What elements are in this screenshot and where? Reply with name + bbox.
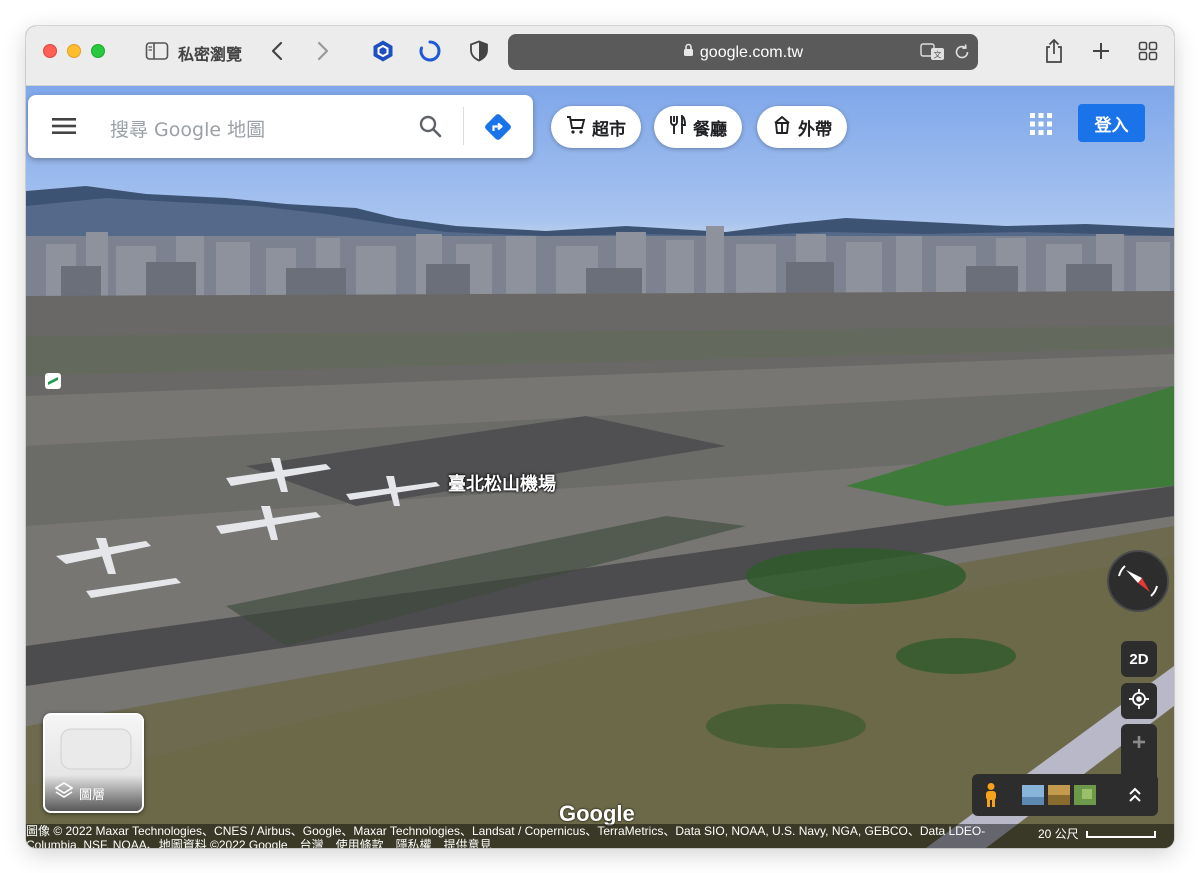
tab-overview-icon[interactable] [1135, 39, 1161, 63]
privacy-shield-icon[interactable] [466, 39, 492, 63]
zoom-window-button[interactable] [91, 44, 105, 58]
browser-window: 私密瀏覽 google.com.tw 文 搜尋 Google 地圖 超市 餐廳 … [26, 26, 1174, 848]
close-window-button[interactable] [43, 44, 57, 58]
cart-icon [566, 115, 586, 140]
place-label[interactable]: 臺北松山機場 [448, 470, 556, 496]
map-attribution: 圖像 © 2022 Maxar Technologies、CNES / Airb… [26, 824, 1174, 848]
scale-bar[interactable]: 20 公尺 [1038, 825, 1157, 842]
sidebar-icon[interactable] [144, 39, 170, 63]
search-box[interactable]: 搜尋 Google 地圖 [28, 95, 533, 158]
url-domain: google.com.tw [699, 44, 804, 61]
chip-supermarket[interactable]: 超市 [551, 106, 641, 148]
layers-button[interactable]: 圖層 [43, 713, 144, 813]
compass-button[interactable] [1107, 550, 1169, 612]
map-3d-view[interactable]: 搜尋 Google 地圖 超市 餐廳 外帶 登入 臺北松山機場 圖層 2D Go… [26, 86, 1174, 848]
chip-label: 外帶 [798, 119, 832, 140]
address-bar[interactable]: google.com.tw 文 [508, 34, 978, 70]
forward-icon[interactable] [312, 39, 334, 63]
imagery-thumbnails[interactable] [1022, 785, 1098, 810]
my-location-button[interactable] [1121, 683, 1157, 719]
takeout-icon [772, 115, 792, 140]
restaurant-icon [669, 113, 687, 140]
reload-icon[interactable] [953, 43, 971, 66]
chip-restaurant[interactable]: 餐廳 [654, 106, 742, 148]
aerial-scene [26, 186, 1174, 848]
scale-label: 20 公尺 [1038, 827, 1079, 841]
zoom-in-icon[interactable] [1131, 724, 1147, 760]
layers-icon [54, 782, 74, 803]
divider [463, 107, 464, 145]
pegman-icon[interactable] [982, 782, 1000, 813]
imagery-strip [972, 774, 1158, 816]
chip-label: 餐廳 [693, 119, 727, 140]
chip-takeout[interactable]: 外帶 [757, 106, 847, 148]
url-text: google.com.tw [508, 43, 978, 62]
minimize-window-button[interactable] [67, 44, 81, 58]
my-location-icon [1128, 688, 1150, 714]
apps-grid-icon[interactable] [1030, 113, 1052, 140]
extension-spinner-icon[interactable] [417, 39, 443, 63]
back-icon[interactable] [266, 39, 288, 63]
directions-icon[interactable] [483, 112, 513, 147]
svg-text:文: 文 [934, 50, 942, 60]
extension-hexagon-icon[interactable] [370, 39, 396, 63]
search-icon[interactable] [418, 114, 442, 143]
attribution-line-2[interactable]: Columbia, NSF, NOAA、地圖資料 ©2022 Google 台灣… [26, 838, 492, 848]
search-input[interactable]: 搜尋 Google 地圖 [110, 115, 265, 142]
expand-chevron-icon[interactable] [1128, 787, 1142, 808]
menu-icon[interactable] [52, 117, 76, 140]
lock-icon [683, 43, 694, 62]
attribution-line-1: 圖像 © 2022 Maxar Technologies、CNES / Airb… [26, 824, 986, 838]
browser-toolbar: 私密瀏覽 google.com.tw 文 [26, 26, 1174, 86]
new-tab-icon[interactable] [1088, 39, 1114, 63]
toggle-2d-button[interactable]: 2D [1121, 641, 1157, 677]
chip-label: 超市 [592, 119, 626, 140]
share-icon[interactable] [1041, 38, 1067, 63]
scale-line [1086, 831, 1157, 839]
layers-label: 圖層 [79, 788, 106, 803]
private-browsing-label: 私密瀏覽 [178, 45, 243, 64]
login-button[interactable]: 登入 [1078, 104, 1145, 142]
translate-icon[interactable]: 文 [920, 42, 946, 67]
